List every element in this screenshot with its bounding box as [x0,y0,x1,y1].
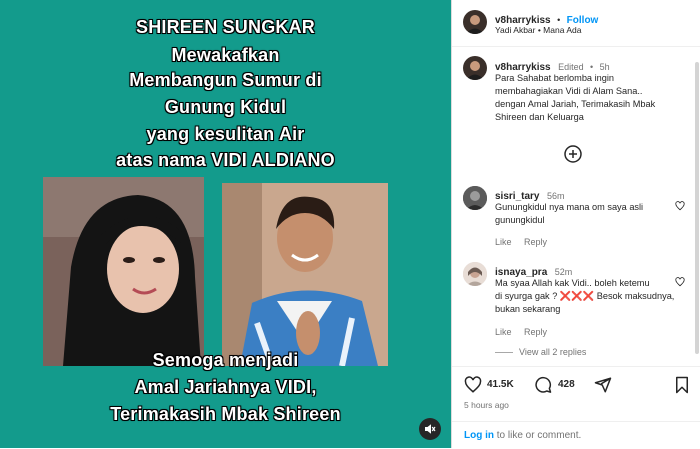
media-headline-line-6: atas nama VIDI ALDIANO [116,150,335,170]
comment-like-button[interactable]: Like [495,327,512,337]
header-subtitle[interactable]: Yadi Akbar • Mana Ada [495,25,581,35]
like-count[interactable]: 41.5K [487,379,514,390]
caption-text-line-3: dengan Amal Jariah, Terimakasih Mbak [495,99,656,109]
media-headline-line-4: Gunung Kidul [164,97,287,117]
login-prompt-text: to like or comment. [494,430,582,441]
speaker-muted-icon[interactable] [419,418,441,440]
view-replies-button[interactable]: View all 2 replies [519,347,586,357]
media-footer-line-3: Terimakasih Mbak Shireen [110,404,341,424]
comment-reply-button[interactable]: Reply [524,327,547,337]
media-headline-line-2: Mewakafkan [171,45,280,65]
photo-woman-hijab [43,177,204,366]
media-footer-line-2: Amal Jariahnya VIDI, [134,377,317,397]
instagram-post: SHIREEN SUNGKAR Mewakafkan Membangun Sum… [0,0,700,448]
comment-bubble-icon[interactable] [534,376,552,399]
media-footer-line-1: Semoga menjadi [152,350,299,370]
like-heart-icon[interactable] [464,376,482,399]
comments-scrollbar[interactable] [695,58,699,358]
comment-text-line-1: Gunungkidul nya mana om saya asli [495,202,644,212]
share-send-icon[interactable] [594,376,612,399]
heart-icon[interactable] [675,198,685,216]
plus-circle-icon[interactable] [564,145,582,163]
avatar[interactable] [463,56,487,80]
comment-text-line-2: gunungkidul [495,215,545,225]
comment-text-line-3: bukan sekarang [495,304,561,314]
comment-text-line-2: di syurga gak ? ❌❌❌ Besok maksudnya, [495,291,675,301]
media-headline-line-1: SHIREEN SUNGKAR [135,17,316,37]
comment-reply-button[interactable]: Reply [524,237,547,247]
comment-text-line-1: Ma syaa Allah kak Vidi.. boleh ketemu [495,278,650,288]
media-headline-line-5: yang kesulitan Air [146,124,305,144]
avatar[interactable] [463,262,487,286]
caption-text-line-1: Para Sahabat berlomba ingin [495,73,615,83]
comment-count[interactable]: 428 [558,379,575,390]
post-sidebar: v8harrykiss • Follow Yadi Akbar • Mana A… [451,0,700,448]
login-link[interactable]: Log in [464,430,494,441]
caption-text-line-2: membahagiakan Vidi di Alam Sana.. [495,86,643,96]
caption-text-line-4: Shireen dan Keluarga [495,112,584,122]
post-media[interactable]: SHIREEN SUNGKAR Mewakafkan Membangun Sum… [0,0,451,448]
avatar[interactable] [463,10,487,34]
post-actions: 41.5K 428 5 hours ago Log in to like or … [452,366,700,449]
comment-like-button[interactable]: Like [495,237,512,247]
scrollbar-thumb[interactable] [695,62,699,354]
replies-divider [495,351,513,353]
divider [452,421,700,422]
post-timestamp[interactable]: 5 hours ago [464,400,509,410]
photo-man-smiling [222,183,388,366]
heart-icon[interactable] [675,274,685,292]
avatar[interactable] [463,186,487,210]
media-headline-line-3: Membangun Sumur di [129,70,322,90]
post-header: v8harrykiss • Follow Yadi Akbar • Mana A… [452,0,700,47]
header-separator: • [557,15,561,25]
bookmark-icon[interactable] [674,376,690,399]
